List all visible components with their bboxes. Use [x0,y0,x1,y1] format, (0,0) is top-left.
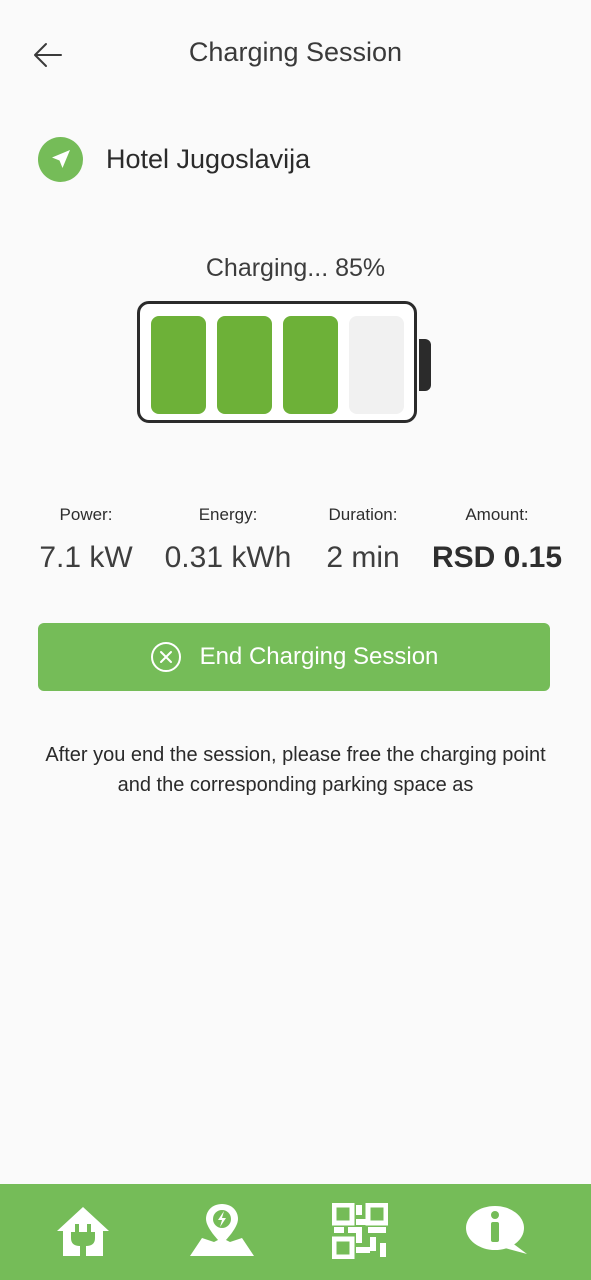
stat-value: RSD 0.15 [431,541,563,574]
battery-cell [151,316,206,414]
header: Charging Session [0,0,591,110]
stat-power: Power: 7.1 kW [12,505,160,575]
stat-duration: Duration: 2 min [289,505,437,575]
battery-indicator [137,301,417,423]
nav-home[interactable] [48,1200,118,1262]
session-note: After you end the session, please free t… [45,744,546,796]
bottom-nav [0,1184,591,1280]
map-charging-icon [190,1204,254,1256]
charging-status-text: Charging... 85% [205,254,386,282]
nav-map[interactable] [187,1200,257,1262]
qr-code-icon [332,1203,388,1259]
end-button-label: End Charging Session [199,643,439,670]
nav-info[interactable] [462,1200,532,1262]
stat-value: 0.31 kWh [164,541,292,574]
nav-qr[interactable] [325,1200,395,1262]
stat-label: Amount: [465,505,529,524]
location-row: Hotel Jugoslavija [38,136,310,182]
navigation-arrow-icon [38,136,83,182]
location-name: Hotel Jugoslavija [106,143,311,174]
page-title: Charging Session [188,37,403,67]
info-chat-icon [466,1206,527,1254]
close-circle-icon [150,642,181,672]
stat-label: Energy: [198,505,258,524]
stat-amount: Amount: RSD 0.15 [423,505,571,575]
end-charging-session-button[interactable]: End Charging Session [38,623,550,691]
battery-terminal [419,339,431,391]
stat-value: 2 min [326,541,400,574]
home-plug-icon [57,1207,109,1256]
stat-label: Power: [59,505,113,524]
session-stats: Power: 7.1 kW Energy: 0.31 kWh Duration:… [0,505,591,585]
stat-label: Duration: [328,505,398,524]
stat-energy: Energy: 0.31 kWh [154,505,302,575]
stat-value: 7.1 kW [39,541,133,574]
battery-cell [217,316,272,414]
battery-cell [349,316,404,414]
battery-cell [283,316,338,414]
